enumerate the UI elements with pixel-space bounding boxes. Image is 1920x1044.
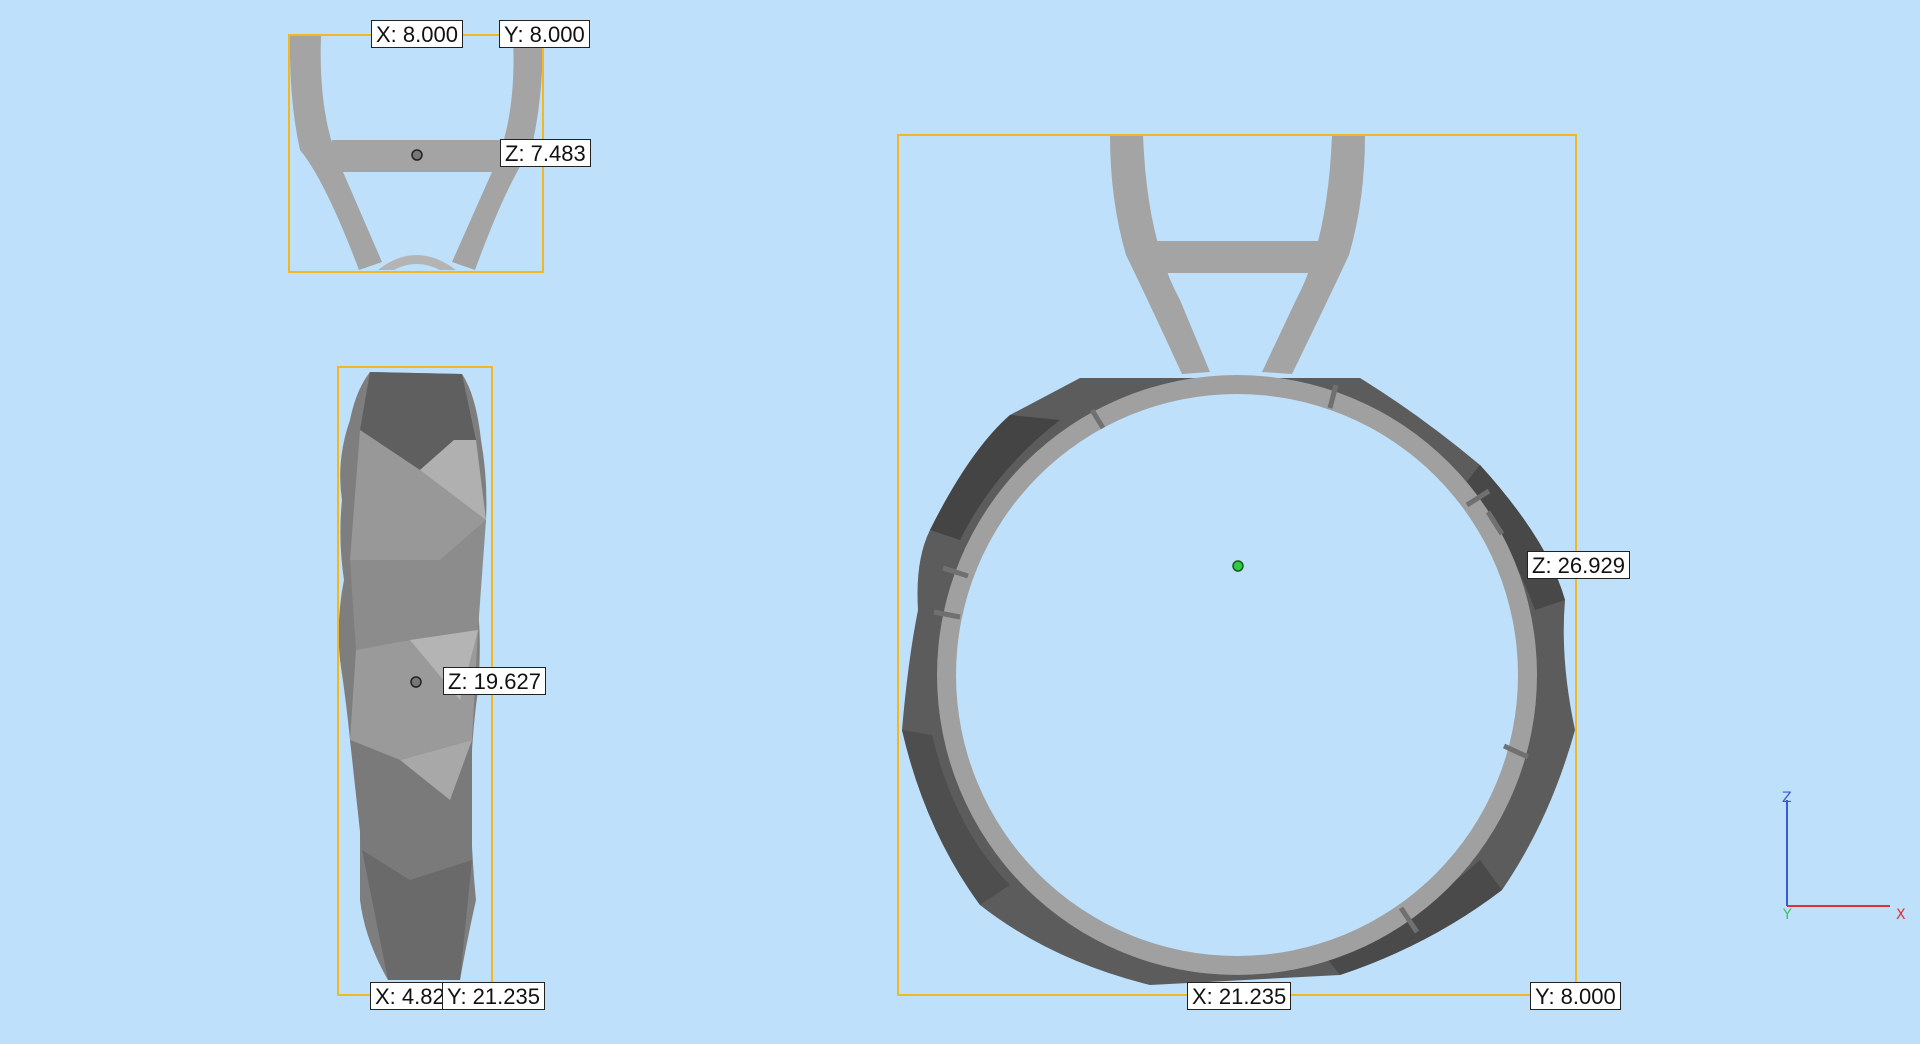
x-axis-label: X: [1896, 907, 1906, 923]
top-view-x-dimension: X: 8.000: [371, 20, 463, 48]
top-view-y-dimension: Y: 8.000: [499, 20, 590, 48]
y-axis-label: Y: [1783, 907, 1792, 923]
top-view-z-dimension: Z: 7.483: [500, 139, 591, 167]
axis-gizmo: [1786, 800, 1890, 907]
front-view-x-dimension: X: 21.235: [1187, 982, 1292, 1010]
front-view-y-dimension: Y: 8.000: [1530, 982, 1621, 1010]
side-view-center-marker: [410, 676, 422, 688]
z-axis-label: Z: [1782, 790, 1792, 806]
3d-viewport[interactable]: X: 8.000 Y: 8.000 Z: 7.483 Z: 19.627 X: …: [0, 0, 1920, 1044]
side-view-z-dimension: Z: 19.627: [443, 667, 546, 695]
top-view-center-marker: [411, 149, 423, 161]
front-view-center-marker: [1232, 560, 1244, 572]
side-view-y-dimension: Y: 21.235: [442, 982, 545, 1010]
side-view-x-dimension: X: 4.82: [370, 982, 450, 1010]
front-view-ring: [902, 135, 1575, 985]
viewport-canvas[interactable]: [0, 0, 1920, 1044]
front-view-z-dimension: Z: 26.929: [1527, 551, 1630, 579]
